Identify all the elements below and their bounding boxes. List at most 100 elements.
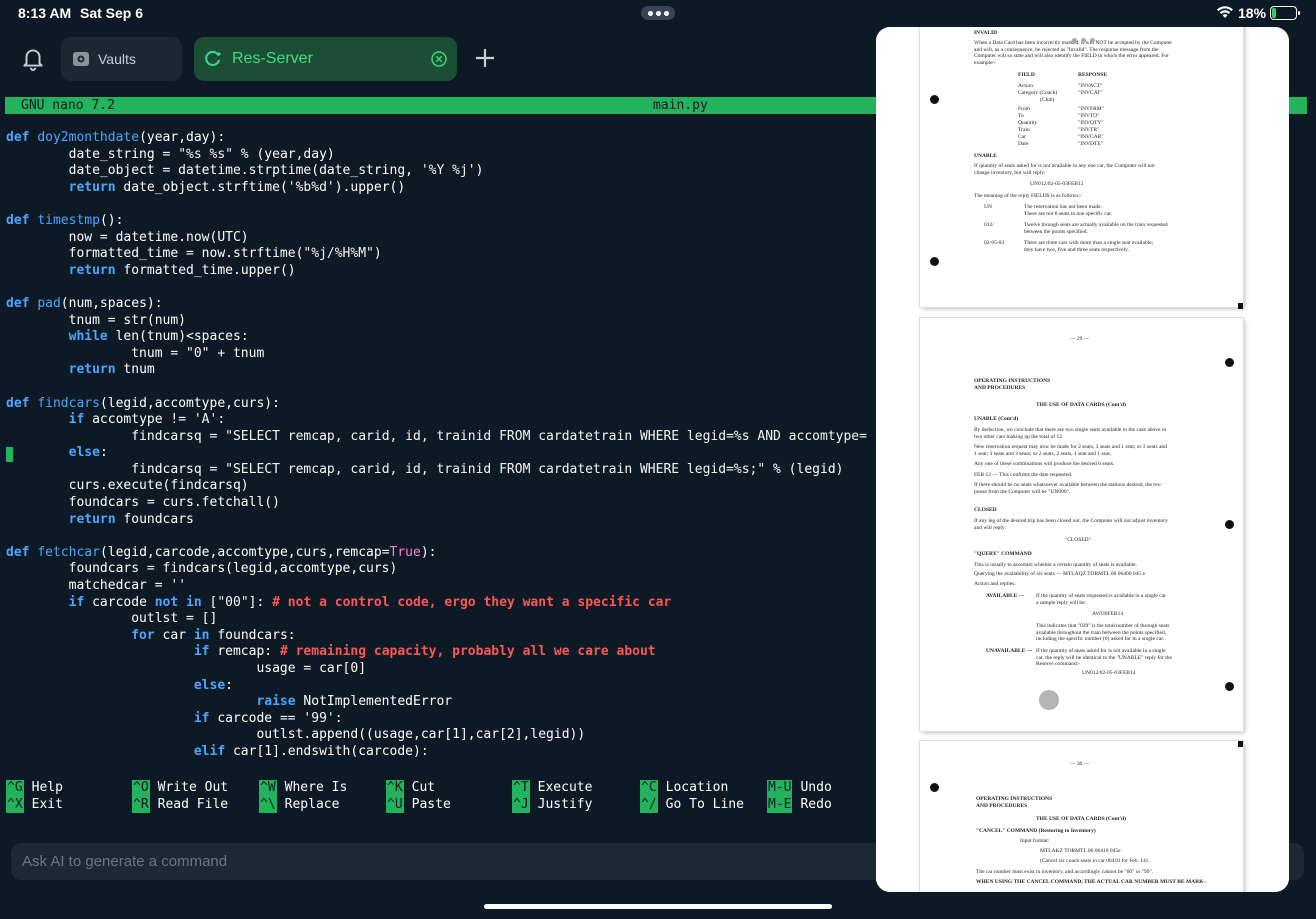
shortcut-label: Undo — [800, 780, 832, 795]
code-line: elif car[1].endswith(carcode): — [193, 743, 429, 759]
tab-vaults[interactable]: Vaults — [61, 37, 182, 81]
shortcut-key: ^W — [259, 780, 277, 797]
text-line: This is usually to ascertain whether a c… — [974, 562, 1137, 568]
battery-percent: 18% — [1238, 5, 1267, 21]
code-line: tnum = str(num) — [6, 312, 187, 328]
shortcut-replace[interactable]: ^\ Replace — [259, 796, 340, 814]
shortcut-paste[interactable]: ^U Paste — [386, 796, 451, 814]
binder-hole — [930, 783, 939, 792]
code-line: usage = car[0] — [6, 661, 367, 676]
binder-hole — [930, 95, 939, 104]
text-line: FEB 12 — This confirms the date requeste… — [974, 471, 1073, 478]
field-name: From — [1018, 106, 1030, 112]
text-line: 1 seat; 3 seats and 3 seats; or 2 seats,… — [974, 450, 1112, 457]
document-viewer-panel[interactable]: INVALID When a Data Card has been incorr… — [876, 27, 1289, 892]
code-line: findcarsq = "SELECT remcap, carid, id, t… — [6, 428, 867, 444]
status-bar: 8:13 AM Sat Sep 6 18% — [0, 0, 1316, 28]
code-line: raise NotImplementedError — [256, 694, 453, 710]
document-page-28: INVALID When a Data Card has been incorr… — [920, 27, 1243, 307]
multitasking-dots-icon[interactable] — [641, 6, 675, 20]
shortcut-key: ^X — [6, 796, 24, 814]
tab-res-server[interactable]: Res-Server — [194, 37, 457, 81]
document-page-30: — 30 — OPERATING INSTRUCTIONS AND PROCED… — [920, 741, 1243, 892]
shortcut-redo[interactable]: M-E Redo — [767, 796, 832, 814]
code-line: def fetchcar(legid,carcode,accomtype,cur… — [6, 544, 437, 560]
code-line: return foundcars — [68, 511, 194, 527]
new-tab-plus-icon[interactable] — [474, 47, 496, 69]
shortcut-key: ^K — [386, 780, 404, 797]
shortcut-key: ^T — [512, 780, 530, 797]
text-line: (Cancel six coach seats in car 06410 for… — [1040, 858, 1149, 864]
field-name: Car — [1018, 134, 1026, 140]
ai-input-placeholder: Ask AI to generate a command — [22, 853, 228, 870]
document-pages[interactable]: INVALID When a Data Card has been incorr… — [876, 27, 1289, 892]
shortcut-justify[interactable]: ^J Justify — [512, 796, 593, 814]
shortcut-key: ^J — [512, 796, 530, 814]
binder-hole — [1225, 520, 1234, 529]
nano-filename: main.py — [653, 98, 708, 113]
code-editor[interactable]: def doy2monthdate(year,day): date_string… — [6, 130, 886, 764]
shortcut-key: M-U — [767, 780, 793, 797]
code-line: else: — [193, 677, 233, 693]
shortcut-cut[interactable]: ^K Cut — [386, 780, 435, 797]
field-name: Category (Coach) — [1018, 90, 1058, 96]
reply-label: AVAILABLE — — [986, 593, 1025, 599]
code-line: if accomtype != 'A': — [68, 412, 226, 428]
section-heading: UNABLE (Cont'd) — [974, 416, 1019, 422]
code-line: return tnum — [68, 362, 155, 378]
field-response: "INVCAT" — [1078, 90, 1103, 96]
reply-code: "CLOSED" — [1065, 537, 1091, 543]
reply-code: UN012/02-05-03FEB14 — [1082, 670, 1136, 676]
text-line: Reserve command:- — [1036, 661, 1081, 667]
shortcut-label: Justify — [537, 796, 593, 812]
field-response: "INVTO" — [1078, 113, 1100, 119]
shortcut-key: M-E — [767, 796, 793, 814]
shortcut-go-to-line[interactable]: ^/ Go To Line — [640, 796, 744, 814]
shortcut-read-file[interactable]: ^R Read File — [132, 796, 228, 814]
shortcut-write-out[interactable]: ^O Write Out — [132, 780, 228, 797]
shortcut-exit[interactable]: ^X Exit — [6, 796, 63, 814]
doc-title: THE USE OF DATA CARDS (Cont'd) — [1036, 402, 1126, 408]
reply-code: MTLAKZ TORMTL 06 06410 045e — [1040, 848, 1121, 854]
doc-header: AND PROCEDURES — [976, 802, 1028, 809]
home-indicator[interactable] — [484, 904, 832, 909]
code-line: def findcars(legid,accomtype,curs): — [6, 395, 280, 411]
shortcut-label: Write Out — [157, 780, 229, 795]
field-response: "INVACT" — [1078, 83, 1103, 89]
text-line: including the specific number (6) asked … — [1036, 636, 1165, 642]
battery-icon — [1270, 6, 1300, 20]
shortcut-undo[interactable]: M-U Undo — [767, 780, 832, 797]
field-response: "INVFRM" — [1078, 106, 1104, 112]
shortcut-location[interactable]: ^C Location — [640, 780, 728, 797]
text-line: The car number must exist in inventory, … — [976, 869, 1154, 875]
def-term: UN — [984, 204, 992, 210]
section-heading: "QUERY" COMMAND — [974, 551, 1032, 557]
code-line: formatted_time = now.strftime("%j/%H%M") — [6, 246, 382, 262]
shortcut-where-is[interactable]: ^W Where Is — [259, 780, 347, 797]
field-name: To — [1018, 113, 1024, 119]
code-line: return formatted_time.upper() — [68, 262, 296, 278]
section-heading: UNABLE — [974, 153, 997, 159]
section-heading: CLOSED — [974, 507, 997, 513]
shortcut-help[interactable]: ^G Help — [6, 780, 63, 797]
code-line: findcarsq = "SELECT remcap, carid, id, t… — [6, 461, 844, 477]
field-name: Quantity — [1018, 120, 1038, 126]
bell-icon[interactable] — [20, 45, 46, 71]
shortcut-execute[interactable]: ^T Execute — [512, 780, 592, 797]
page-edge-mark — [1238, 741, 1243, 747]
page-heading: INVALID — [974, 30, 998, 36]
text-line: change inventory, but will reply: — [974, 169, 1046, 176]
column-header: RESPONSE — [1078, 72, 1108, 78]
column-header: FIELD — [1018, 72, 1035, 78]
code-line: date_string = "%s %s" % (year,day) — [6, 146, 335, 162]
close-tab-icon[interactable] — [431, 51, 447, 67]
shortcut-label: Replace — [284, 796, 340, 812]
clock: 8:13 AM — [18, 5, 72, 21]
nano-version: GNU nano 7.2 — [21, 98, 115, 113]
reply-code: UN012/02-05-03FEB12 — [1030, 181, 1084, 187]
viewer-grabber-dots-icon[interactable] — [1072, 38, 1095, 43]
shortcut-label: Paste — [411, 796, 451, 812]
def-text: There are not 8 seats in one specific ca… — [1024, 210, 1113, 217]
